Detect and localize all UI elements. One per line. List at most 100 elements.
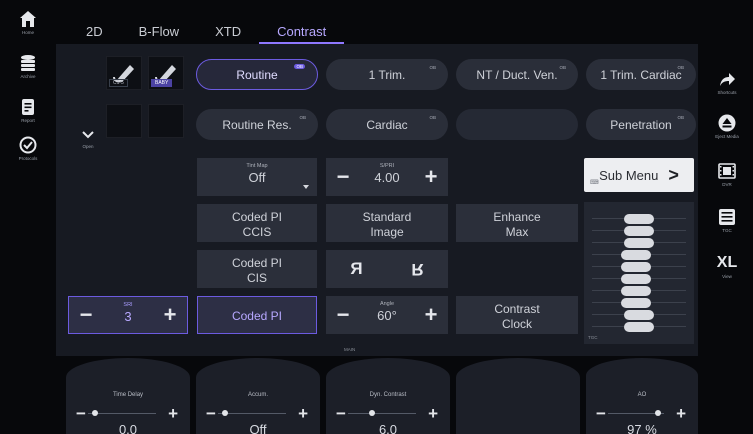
flip-right-button[interactable]: R [387, 250, 448, 288]
standard-image-button[interactable]: Standard Image [326, 204, 448, 242]
preset-label: 1 Trim. Cardiac [600, 67, 682, 82]
coded-pi-label: Coded PI [231, 309, 283, 323]
report-button[interactable]: Report [0, 98, 56, 123]
tgc-knob[interactable] [621, 262, 651, 272]
probe-slot-empty[interactable] [106, 104, 142, 138]
enhance-button[interactable]: Enhance Max [456, 204, 578, 242]
protocols-button[interactable]: Protocols [0, 136, 56, 161]
sprf-decrease-button[interactable]: − [328, 158, 358, 196]
tint-map-control[interactable]: Tint Map Off [197, 158, 317, 196]
preset-1-trim[interactable]: 1 Trim. OB [326, 59, 448, 90]
xl-view-button[interactable]: XL View [701, 254, 753, 279]
ob-badge: OB [429, 65, 436, 70]
line1: Coded PI [231, 256, 283, 270]
knob-increase-button[interactable]: + [168, 404, 178, 424]
knob-decrease-button[interactable]: − [76, 404, 86, 424]
sri-decrease-button[interactable]: − [71, 297, 101, 333]
eject-media-button[interactable]: Eject Media [701, 114, 753, 139]
tgc-slider[interactable] [592, 274, 686, 284]
chevron-down-icon [82, 131, 94, 139]
tgc-knob[interactable] [624, 310, 654, 320]
flip-left-button[interactable]: Я [326, 250, 387, 288]
keyboard-icon [719, 209, 735, 225]
preset-cardiac[interactable]: Cardiac OB [326, 109, 448, 140]
preset-routine-res[interactable]: Routine Res. OB [196, 109, 318, 140]
knob-dyn-contrast[interactable]: Dyn. Contrast − + 6.0 [326, 358, 450, 434]
knob-empty[interactable] [456, 358, 580, 434]
preset-1-trim-cardiac[interactable]: 1 Trim. Cardiac OB [586, 59, 696, 90]
tgc-slider[interactable] [592, 286, 686, 296]
tgc-knob[interactable] [624, 322, 654, 332]
knob-decrease-button[interactable]: − [336, 404, 346, 424]
xl-icon: XL [716, 254, 738, 271]
knob-time-delay[interactable]: Time Delay − + 0.0 [66, 358, 190, 434]
tab-2d[interactable]: 2D [56, 14, 121, 44]
film-icon [718, 163, 736, 179]
sri-increase-button[interactable]: + [155, 297, 185, 333]
coded-pi-ccis-button[interactable]: Coded PI CCIS [197, 204, 317, 242]
knob-ao[interactable]: AO − + 97 % [586, 358, 698, 434]
ob-badge: OB [299, 115, 306, 120]
line2: CCIS [242, 225, 272, 239]
sprf-control[interactable]: − S/PRI 4.00 + [326, 158, 448, 196]
tgc-slider[interactable] [592, 238, 686, 248]
sub-menu-button[interactable]: ⌨ Sub Menu > [584, 158, 694, 192]
ob-badge: OB [429, 115, 436, 120]
preset-routine[interactable]: Routine OB [196, 59, 318, 90]
knob-increase-button[interactable]: + [298, 404, 308, 424]
knob-increase-button[interactable]: + [428, 404, 438, 424]
tab-b-flow[interactable]: B-Flow [121, 14, 197, 44]
tab-contrast[interactable]: Contrast [259, 14, 345, 44]
database-icon [21, 55, 35, 71]
preset-penetration[interactable]: Penetration OB [586, 109, 696, 140]
tgc-button[interactable]: TGC [701, 208, 753, 233]
probe-baby[interactable]: BABY [148, 56, 184, 90]
shortcuts-button[interactable]: Shortcuts [701, 70, 753, 95]
ob-badge: OB [677, 115, 684, 120]
tgc-knob[interactable] [624, 226, 654, 236]
tgc-knob[interactable] [621, 298, 651, 308]
contrast-clock-button[interactable]: Contrast Clock [456, 296, 578, 334]
angle-control[interactable]: − Angle 60° + [326, 296, 448, 334]
tgc-knob[interactable] [621, 286, 651, 296]
dvr-button[interactable]: DVR [701, 162, 753, 187]
tgc-knob[interactable] [621, 250, 651, 260]
tgc-slider[interactable] [592, 226, 686, 236]
knob-increase-button[interactable]: + [676, 404, 686, 424]
flip-right-glyph: R [411, 260, 424, 279]
coded-pi-button[interactable]: Coded PI [197, 296, 317, 334]
home-button[interactable]: Home [0, 10, 56, 35]
angle-increase-button[interactable]: + [416, 296, 446, 334]
preset-nt-duct-ven[interactable]: NT / Duct. Ven. OB [456, 59, 578, 90]
probe-tag: BABY [151, 79, 173, 87]
archive-label: Archive [20, 74, 36, 79]
flip-control[interactable]: Я R [326, 250, 448, 288]
knob-decrease-button[interactable]: − [596, 404, 606, 424]
angle-decrease-button[interactable]: − [328, 296, 358, 334]
tgc-knob[interactable] [624, 214, 654, 224]
line1: Contrast [494, 302, 540, 316]
knob-indicator [92, 410, 98, 416]
left-rail: Home Archive Report Protocols [0, 0, 56, 434]
tgc-slider[interactable] [592, 298, 686, 308]
tgc-slider[interactable] [592, 250, 686, 260]
sri-control[interactable]: − SRI 3 + [68, 296, 188, 334]
tgc-knob[interactable] [621, 274, 651, 284]
tab-xtd[interactable]: XTD [197, 14, 259, 44]
tgc-slider[interactable] [592, 262, 686, 272]
knob-value: 0.0 [118, 422, 138, 434]
tgc-slider[interactable] [592, 310, 686, 320]
probe-slot-empty[interactable] [148, 104, 184, 138]
tgc-knob[interactable] [624, 238, 654, 248]
open-probes-button[interactable]: Open [78, 126, 98, 149]
archive-button[interactable]: Archive [0, 54, 56, 79]
sprf-increase-button[interactable]: + [416, 158, 446, 196]
coded-pi-cis-button[interactable]: Coded PI CIS [197, 250, 317, 288]
share-arrow-icon [720, 73, 735, 86]
tgc-slider[interactable] [592, 322, 686, 332]
preset-empty[interactable] [456, 109, 578, 140]
tgc-slider[interactable] [592, 214, 686, 224]
knob-accum[interactable]: Accum. − + Off [196, 358, 320, 434]
knob-decrease-button[interactable]: − [206, 404, 216, 424]
probe-c1-5[interactable]: C1-5 [106, 56, 142, 90]
